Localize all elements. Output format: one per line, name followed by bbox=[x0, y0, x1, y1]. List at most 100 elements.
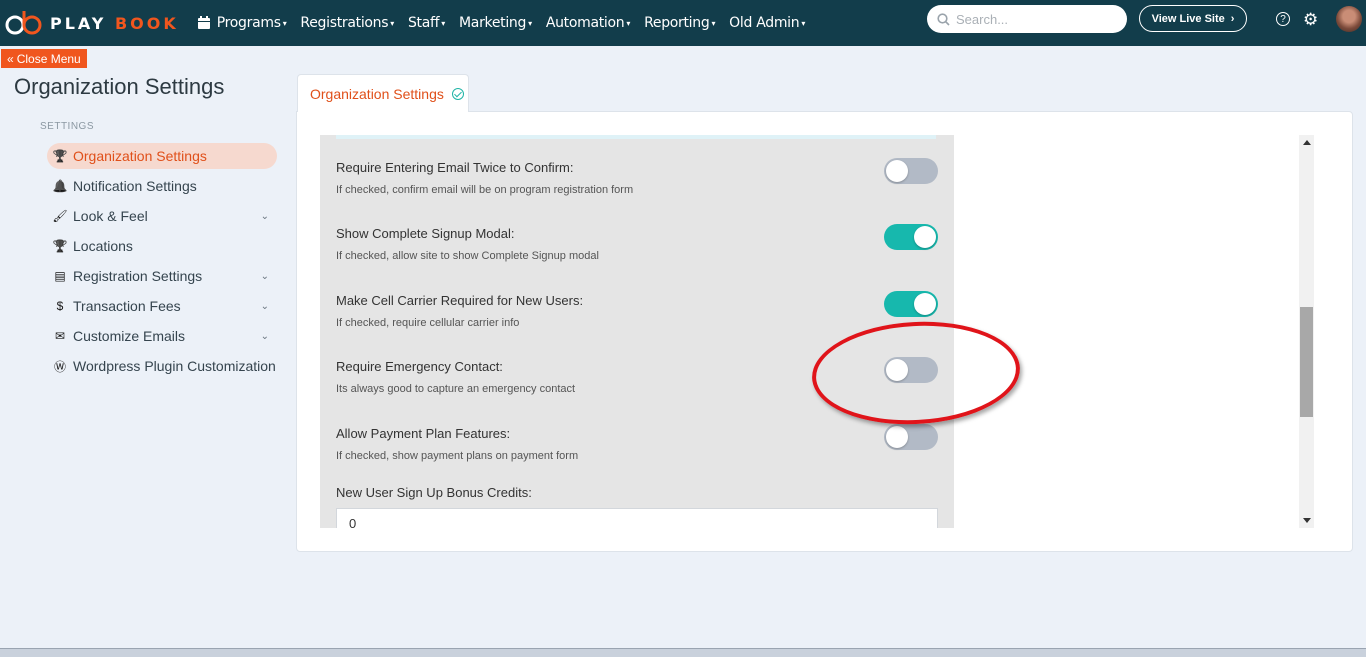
nav-item-label: Programs bbox=[216, 15, 281, 31]
top-divider bbox=[336, 135, 936, 139]
setting-title: Allow Payment Plan Features: bbox=[336, 426, 511, 441]
nav-item-label: Reporting bbox=[644, 15, 710, 31]
search-icon bbox=[937, 12, 950, 26]
close-menu-label: Close Menu bbox=[16, 51, 81, 66]
calendar-icon[interactable] bbox=[197, 16, 211, 30]
sidebar-item-wordpress-plugin-customization[interactable]: Ⓦ Wordpress Plugin Customization bbox=[47, 353, 277, 379]
nav-item-registrations[interactable]: Registrations ▾ bbox=[300, 15, 394, 31]
sidebar-item-label: Customize Emails bbox=[73, 328, 186, 344]
dollar-icon: $ bbox=[56, 299, 64, 313]
setting-toggle-switch[interactable] bbox=[884, 224, 938, 250]
setting-toggle-switch[interactable] bbox=[884, 158, 938, 184]
help-icon[interactable]: ? bbox=[1276, 12, 1290, 26]
wordpress-icon: Ⓦ bbox=[53, 359, 66, 374]
trophy-icon: 🏆 bbox=[52, 239, 68, 253]
setting-description: If checked, show payment plans on paymen… bbox=[336, 450, 579, 462]
scroll-down-arrow-icon[interactable] bbox=[1303, 518, 1311, 523]
sidebar-item-label: Wordpress Plugin Customization bbox=[73, 358, 276, 374]
chevron-down-icon: ▾ bbox=[282, 18, 287, 28]
logo-text: PLAY BOOK bbox=[50, 13, 179, 33]
logo-icon bbox=[5, 11, 42, 35]
trophy-icon: 🏆 bbox=[52, 149, 68, 163]
sidebar-item-locations[interactable]: 🏆 Locations bbox=[47, 233, 277, 259]
sidebar-item-look-feel[interactable]: 🖌 Look & Feel ⌄ bbox=[47, 203, 277, 229]
sidebar-item-registration-settings[interactable]: ▤ Registration Settings ⌄ bbox=[47, 263, 277, 289]
setting-row: Require Entering Email Twice to Confirm:… bbox=[336, 158, 938, 196]
sidebar-menu: 🏆 Organization Settings 🔔 Notification Sett… bbox=[47, 143, 277, 383]
chevron-down-icon: ⌄ bbox=[260, 270, 269, 282]
chevron-down-icon: ▾ bbox=[711, 18, 716, 28]
setting-toggle-switch[interactable] bbox=[884, 424, 938, 450]
nav-item-label: Staff bbox=[407, 15, 440, 31]
form-icon: ▤ bbox=[54, 269, 66, 283]
double-chevron-left-icon: « bbox=[7, 51, 14, 66]
nav-item-label: Old Admin bbox=[729, 15, 800, 31]
toggle-knob bbox=[914, 293, 936, 315]
user-avatar[interactable] bbox=[1336, 6, 1362, 32]
setting-description: If checked, confirm email will be on pro… bbox=[336, 184, 634, 196]
nav-item-label: Automation bbox=[545, 15, 625, 31]
setting-title: Show Complete Signup Modal: bbox=[336, 226, 515, 241]
sidebar-item-label: Look & Feel bbox=[73, 208, 148, 224]
bonus-credits-input[interactable]: 0 bbox=[336, 508, 938, 528]
nav-item-automation[interactable]: Automation ▾ bbox=[545, 15, 631, 31]
nav-item-old-admin[interactable]: Old Admin ▾ bbox=[729, 15, 805, 31]
sidebar-item-customize-emails[interactable]: ✉ Customize Emails ⌄ bbox=[47, 323, 277, 349]
scroll-up-arrow-icon[interactable] bbox=[1303, 140, 1311, 145]
bell-icon: 🔔 bbox=[52, 179, 68, 193]
chevron-right-icon: › bbox=[1230, 12, 1235, 25]
toggle-knob bbox=[914, 226, 936, 248]
chevron-down-icon: ⌄ bbox=[260, 330, 269, 342]
sidebar-item-label: Registration Settings bbox=[73, 268, 203, 284]
chevron-down-icon: ▾ bbox=[801, 18, 806, 28]
playbook-logo[interactable]: PLAY BOOK bbox=[4, 8, 179, 38]
sidebar-item-label: Locations bbox=[73, 238, 133, 254]
nav-item-reporting[interactable]: Reporting ▾ bbox=[644, 15, 715, 31]
top-navbar: PLAY BOOK Programs ▾ Registrations ▾ Staff ▾ M… bbox=[0, 0, 1366, 46]
nav-item-label: Registrations bbox=[300, 15, 389, 31]
setting-description: If checked, allow site to show Complete … bbox=[336, 250, 599, 262]
chevron-down-icon: ⌄ bbox=[260, 300, 269, 312]
main-nav: Programs ▾ Registrations ▾ Staff ▾ Marketing ▾ A… bbox=[217, 15, 819, 31]
setting-row: Allow Payment Plan Features: If checked, … bbox=[336, 424, 938, 462]
chevron-down-icon: ⌄ bbox=[260, 210, 269, 222]
paint-brush-icon: 🖌 bbox=[52, 209, 68, 223]
setting-row: Make Cell Carrier Required for New Users… bbox=[336, 291, 938, 329]
chevron-down-icon: ▾ bbox=[441, 18, 446, 28]
setting-row: Show Complete Signup Modal: If checked, a… bbox=[336, 224, 938, 262]
chevron-down-icon: ▾ bbox=[528, 18, 532, 28]
scrollbar[interactable] bbox=[1299, 135, 1314, 528]
tab-label: Organization Settings bbox=[310, 85, 444, 102]
sidebar-section-label: SETTINGS bbox=[40, 121, 95, 132]
setting-title: Make Cell Carrier Required for New Users… bbox=[336, 293, 584, 308]
sidebar-item-label: Notification Settings bbox=[73, 178, 197, 194]
envelope-icon: ✉ bbox=[54, 329, 66, 343]
toggle-knob bbox=[886, 160, 908, 182]
bonus-credits-label: New User Sign Up Bonus Credits: bbox=[336, 485, 532, 500]
sidebar-item-organization-settings[interactable]: 🏆 Organization Settings bbox=[47, 143, 277, 169]
os-taskbar bbox=[0, 648, 1366, 657]
setting-description: If checked, require cellular carrier inf… bbox=[336, 317, 520, 329]
search-input[interactable] bbox=[956, 11, 1106, 27]
view-live-site-label: View Live Site bbox=[1151, 12, 1225, 25]
setting-title: Require Entering Email Twice to Confirm: bbox=[336, 160, 574, 175]
page-title: Organization Settings bbox=[14, 74, 225, 99]
chevron-down-icon: ▾ bbox=[626, 18, 631, 28]
check-circle-icon bbox=[451, 87, 464, 100]
sidebar-item-label: Transaction Fees bbox=[73, 298, 181, 314]
sidebar-item-transaction-fees[interactable]: $ Transaction Fees ⌄ bbox=[47, 293, 277, 319]
close-menu-button[interactable]: « Close Menu bbox=[1, 49, 87, 68]
nav-item-marketing[interactable]: Marketing ▾ bbox=[459, 15, 532, 31]
toggle-knob bbox=[886, 426, 908, 448]
nav-item-label: Marketing bbox=[459, 15, 527, 31]
nav-item-staff[interactable]: Staff ▾ bbox=[408, 15, 445, 31]
nav-item-programs[interactable]: Programs ▾ bbox=[217, 15, 287, 31]
scroll-thumb[interactable] bbox=[1300, 307, 1313, 417]
gear-icon[interactable]: ⚙ bbox=[1303, 10, 1318, 30]
tab-organization-settings[interactable]: Organization Settings bbox=[297, 74, 469, 112]
chevron-down-icon: ▾ bbox=[390, 18, 394, 28]
search-box[interactable] bbox=[927, 5, 1127, 33]
sidebar-item-notification-settings[interactable]: 🔔 Notification Settings bbox=[47, 173, 277, 199]
view-live-site-button[interactable]: View Live Site › bbox=[1139, 5, 1247, 32]
setting-toggle-switch[interactable] bbox=[884, 291, 938, 317]
